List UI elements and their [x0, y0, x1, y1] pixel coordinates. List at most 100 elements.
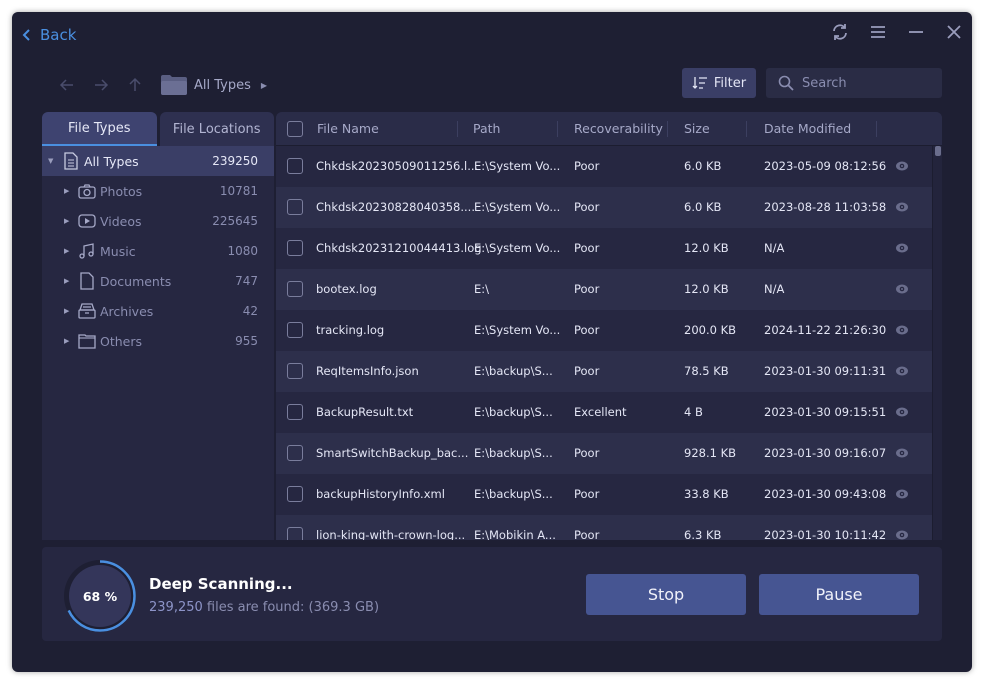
tree-label: Others [100, 333, 143, 349]
tree-item-archives[interactable]: ▶ Archives 42 [42, 296, 274, 326]
expand-arrow-icon[interactable]: ▶ [64, 187, 69, 195]
row-checkbox[interactable] [287, 158, 303, 174]
preview-eye-icon[interactable] [895, 323, 909, 337]
filter-button[interactable]: Filter [682, 68, 756, 98]
cell-file-name: Chkdsk20231210044413.log [316, 241, 482, 255]
nav-up-button[interactable] [118, 72, 152, 98]
tree-label: Music [100, 243, 136, 259]
preview-eye-icon[interactable] [895, 200, 909, 214]
table-row[interactable]: lion-king-with-crown-log... E:\Mobikin A.… [276, 515, 942, 540]
column-header-file-name[interactable]: File Name [317, 121, 379, 136]
tree-item-documents[interactable]: ▶ Documents 747 [42, 266, 274, 296]
back-label: Back [40, 26, 77, 44]
cell-file-name: BackupResult.txt [316, 405, 414, 419]
nav-forward-button[interactable] [84, 72, 118, 98]
collapse-arrow-icon[interactable]: ▼ [48, 157, 53, 165]
tab-file-types[interactable]: File Types [42, 112, 157, 146]
expand-arrow-icon[interactable]: ▶ [64, 307, 69, 315]
files-found-count: 239,250 [149, 600, 203, 615]
nav-back-button[interactable] [50, 72, 84, 98]
table-row[interactable]: Chkdsk20230828040358.... E:\System Vo... P… [276, 187, 942, 228]
column-divider[interactable] [457, 121, 458, 137]
tree-label: Documents [100, 273, 172, 289]
tree-item-photos[interactable]: ▶ Photos 10781 [42, 176, 274, 206]
pause-button[interactable]: Pause [759, 574, 919, 615]
table-row[interactable]: Chkdsk20230509011256.l... E:\System Vo...… [276, 146, 942, 187]
minimize-button[interactable] [906, 22, 926, 42]
scrollbar-thumb[interactable] [935, 146, 941, 156]
tree-item-music[interactable]: ▶ Music 1080 [42, 236, 274, 266]
column-divider[interactable] [746, 121, 747, 137]
vertical-scrollbar[interactable] [932, 146, 942, 540]
row-checkbox[interactable] [287, 363, 303, 379]
cell-size: 928.1 KB [684, 446, 737, 460]
breadcrumb-expand-icon[interactable]: ▶ [261, 81, 267, 90]
cell-size: 12.0 KB [684, 282, 729, 296]
cell-recoverability: Poor [574, 446, 600, 460]
cell-recoverability: Poor [574, 323, 600, 337]
back-button[interactable]: Back [22, 24, 76, 46]
cell-file-name: Chkdsk20230509011256.l... [316, 159, 479, 173]
table-row[interactable]: tracking.log E:\System Vo... Poor 200.0 KB 2… [276, 310, 942, 351]
scan-summary: 239,250 files are found: (369.3 GB) [149, 600, 379, 615]
breadcrumb[interactable]: All Types ▶ [160, 74, 267, 96]
preview-eye-icon[interactable] [895, 364, 909, 378]
cell-recoverability: Poor [574, 528, 600, 540]
cell-path: E:\Mobikin A... [474, 528, 556, 540]
table-row[interactable]: backupHistoryInfo.xml E:\backup\S... Poor 3… [276, 474, 942, 515]
cell-file-name: ReqItemsInfo.json [316, 364, 419, 378]
select-all-checkbox[interactable] [287, 121, 303, 137]
row-checkbox[interactable] [287, 486, 303, 502]
tree-item-others[interactable]: ▶ Others 955 [42, 326, 274, 356]
cell-path: E:\System Vo... [474, 323, 561, 337]
preview-eye-icon[interactable] [895, 487, 909, 501]
cell-file-name: tracking.log [316, 323, 385, 337]
tree-item-videos[interactable]: ▶ Videos 225645 [42, 206, 274, 236]
tab-file-locations[interactable]: File Locations [159, 112, 274, 146]
tree-label: Videos [100, 213, 142, 229]
column-header-date-modified[interactable]: Date Modified [764, 121, 851, 136]
row-checkbox[interactable] [287, 322, 303, 338]
row-checkbox[interactable] [287, 281, 303, 297]
expand-arrow-icon[interactable]: ▶ [64, 217, 69, 225]
expand-arrow-icon[interactable]: ▶ [64, 247, 69, 255]
table-row[interactable]: bootex.log E:\ Poor 12.0 KB N/A [276, 269, 942, 310]
document-icon [64, 152, 78, 170]
preview-eye-icon[interactable] [895, 282, 909, 296]
table-row[interactable]: ReqItemsInfo.json E:\backup\S... Poor 78.5 … [276, 351, 942, 392]
table-row[interactable]: Chkdsk20231210044413.log E:\System Vo... P… [276, 228, 942, 269]
expand-arrow-icon[interactable]: ▶ [64, 337, 69, 345]
preview-eye-icon[interactable] [895, 159, 909, 173]
cell-recoverability: Poor [574, 364, 600, 378]
tree-count: 955 [235, 334, 258, 348]
column-divider[interactable] [667, 121, 668, 137]
window-controls [830, 22, 964, 42]
cell-date-modified: 2024-11-22 21:26:30 [764, 323, 887, 337]
row-checkbox[interactable] [287, 404, 303, 420]
tree-item-all-types[interactable]: ▼ All Types 239250 [42, 146, 274, 176]
row-checkbox[interactable] [287, 199, 303, 215]
column-header-size[interactable]: Size [684, 121, 710, 136]
search-input[interactable] [802, 75, 932, 91]
tree-count: 42 [242, 304, 258, 318]
close-button[interactable] [944, 22, 964, 42]
filter-sort-icon [692, 77, 707, 89]
expand-arrow-icon[interactable]: ▶ [64, 277, 69, 285]
column-divider[interactable] [557, 121, 558, 137]
row-checkbox[interactable] [287, 240, 303, 256]
table-row[interactable]: SmartSwitchBackup_bac... E:\backup\S... Po… [276, 433, 942, 474]
preview-eye-icon[interactable] [895, 528, 909, 540]
column-divider[interactable] [876, 121, 877, 137]
column-header-path[interactable]: Path [473, 121, 500, 136]
stop-button[interactable]: Stop [586, 574, 746, 615]
preview-eye-icon[interactable] [895, 446, 909, 460]
menu-button[interactable] [868, 22, 888, 42]
table-row[interactable]: BackupResult.txt E:\backup\S... Excellent 4… [276, 392, 942, 433]
row-checkbox[interactable] [287, 445, 303, 461]
preview-eye-icon[interactable] [895, 405, 909, 419]
column-header-recoverability[interactable]: Recoverability [574, 121, 663, 136]
progress-percent: 68 % [82, 588, 118, 604]
refresh-button[interactable] [830, 22, 850, 42]
preview-eye-icon[interactable] [895, 241, 909, 255]
row-checkbox[interactable] [287, 527, 303, 540]
